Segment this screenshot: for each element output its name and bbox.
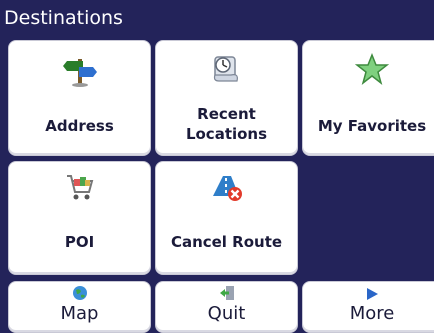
quit-button[interactable]: Quit xyxy=(155,281,298,333)
title-bar: Destinations xyxy=(0,0,434,36)
my-favorites-label: My Favorites xyxy=(317,117,427,135)
map-label: Map xyxy=(60,303,99,324)
map-button[interactable]: Map xyxy=(8,281,151,333)
recent-locations-label-line2: Locations xyxy=(185,125,268,143)
poi-button[interactable]: POI xyxy=(8,161,151,275)
address-button[interactable]: Address xyxy=(8,40,151,156)
more-label: More xyxy=(349,303,395,324)
address-label: Address xyxy=(45,117,114,135)
cancel-route-label: Cancel Route xyxy=(170,233,283,251)
recent-locations-label-line1: Recent xyxy=(197,105,256,123)
recent-locations-button[interactable]: Recent Locations xyxy=(155,40,298,156)
signpost-icon xyxy=(62,55,97,91)
poi-label: POI xyxy=(64,233,95,251)
cancel-route-button[interactable]: Cancel Route xyxy=(155,161,298,275)
quit-label: Quit xyxy=(207,303,246,324)
page-title: Destinations xyxy=(4,7,123,29)
globe-icon xyxy=(72,285,88,305)
scroll-icon xyxy=(209,51,245,89)
more-button[interactable]: More xyxy=(302,281,434,333)
cancel-route-icon xyxy=(209,170,245,208)
star-icon xyxy=(354,52,390,91)
exit-door-icon xyxy=(219,285,235,305)
my-favorites-button[interactable]: My Favorites xyxy=(302,40,434,156)
shopping-cart-icon xyxy=(63,170,97,208)
